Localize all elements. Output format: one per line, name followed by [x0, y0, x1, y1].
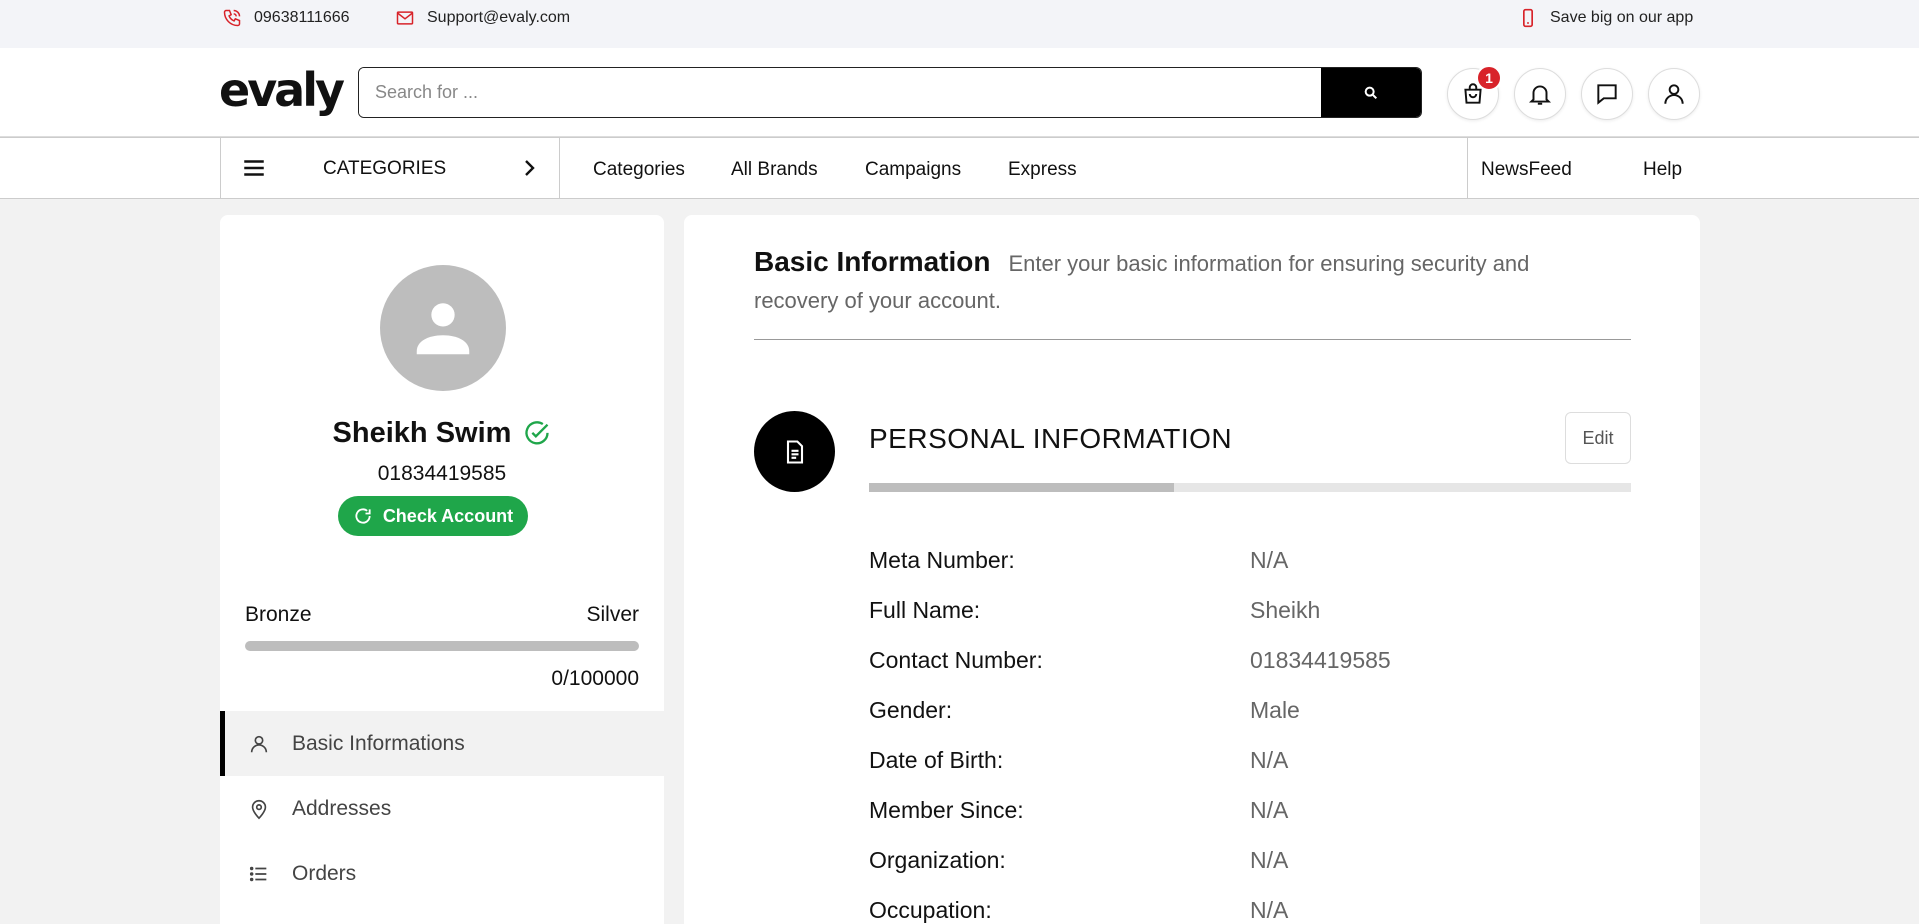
contact-phone[interactable]: 09638111666 [222, 8, 350, 28]
evaly-logo[interactable]: evaly [219, 67, 345, 113]
field-value: N/A [1250, 747, 1289, 773]
field-label: Gender: [869, 697, 953, 723]
profile-sidebar: Sheikh Swim 01834419585 Check Account Br… [220, 215, 664, 924]
check-account-label: Check Account [382, 505, 514, 526]
location-pin-icon [251, 799, 267, 819]
refresh-icon [355, 508, 371, 524]
field-row-contact-number: Contact Number: 01834419585 [869, 647, 1631, 677]
support-email: Support@evaly.com [427, 9, 571, 26]
account-button[interactable] [1648, 68, 1700, 120]
page-title: Basic Information [754, 246, 991, 277]
field-row-full-name: Full Name: Sheikh [869, 597, 1631, 627]
search-input[interactable] [359, 68, 1321, 117]
messages-button[interactable] [1581, 68, 1633, 120]
search-button[interactable] [1321, 68, 1421, 117]
nav-link-help[interactable]: Help [1643, 159, 1682, 181]
mail-icon [396, 11, 414, 25]
field-row-occupation: Occupation: N/A [869, 897, 1631, 924]
sidebar-item-label: Orders [292, 861, 357, 885]
categories-dropdown[interactable]: CATEGORIES [220, 138, 560, 198]
tier-next: Silver [586, 603, 639, 626]
field-row-member-since: Member Since: N/A [869, 797, 1631, 827]
nav-link-express[interactable]: Express [1008, 159, 1077, 181]
tier-current: Bronze [245, 603, 312, 626]
field-label: Full Name: [869, 597, 981, 623]
contact-email[interactable]: Support@evaly.com [395, 8, 570, 28]
field-label: Member Since: [869, 797, 1024, 823]
user-placeholder-icon [416, 303, 470, 355]
edit-button[interactable]: Edit [1565, 412, 1631, 464]
basic-information-header: Basic Information Enter your basic inform… [754, 245, 1614, 321]
nav-link-campaigns[interactable]: Campaigns [865, 159, 961, 181]
cart-button[interactable]: 1 [1447, 65, 1502, 120]
categories-label: CATEGORIES [323, 158, 447, 179]
app-promo-link[interactable]: Save big on our app [1518, 8, 1693, 28]
verified-check-icon [525, 420, 550, 444]
field-row-gender: Gender: Male [869, 697, 1631, 727]
chevron-right-icon [525, 160, 535, 176]
cart-count-badge: 1 [1476, 65, 1502, 91]
search-bar [358, 67, 1422, 118]
sidebar-item-basic-informations[interactable]: Basic Informations [220, 711, 664, 776]
sidebar-item-label: Addresses [292, 796, 392, 820]
hamburger-menu-icon [244, 160, 264, 176]
section-title: PERSONAL INFORMATION [869, 423, 1233, 454]
category-nav: CATEGORIES Categories All Brands Campaig… [0, 137, 1919, 199]
field-label: Organization: [869, 847, 1006, 873]
nav-link-all-brands[interactable]: All Brands [731, 159, 818, 181]
tier-points: 0/100000 [551, 667, 639, 690]
field-label: Date of Birth: [869, 747, 1004, 773]
field-value: 01834419585 [1250, 647, 1391, 673]
nav-link-newsfeed[interactable]: NewsFeed [1481, 159, 1572, 181]
section-progress-fill [869, 483, 1174, 492]
phone-number: 09638111666 [254, 9, 350, 26]
tier-progress-bar [245, 641, 639, 651]
field-value: Male [1250, 697, 1300, 723]
list-icon [249, 866, 267, 881]
user-icon [250, 735, 268, 752]
field-value: Sheikh [1250, 597, 1321, 623]
profile-phone: 01834419585 [377, 462, 507, 485]
nav-divider [1467, 138, 1468, 198]
field-label: Contact Number: [869, 647, 1043, 673]
sidebar-item-label: Basic Informations [292, 731, 465, 755]
profile-name-row: Sheikh Swim [220, 417, 664, 450]
field-row-date-of-birth: Date of Birth: N/A [869, 747, 1631, 777]
field-value: N/A [1250, 547, 1289, 573]
document-icon [786, 439, 803, 464]
chat-icon [1597, 84, 1617, 105]
nav-link-categories[interactable]: Categories [593, 159, 685, 181]
app-promo-text: Save big on our app [1550, 9, 1694, 26]
phone-icon [223, 9, 241, 27]
field-value: N/A [1250, 797, 1289, 823]
search-icon [1364, 86, 1378, 99]
field-row-organization: Organization: N/A [869, 847, 1631, 877]
section-progress-bar [869, 483, 1631, 492]
sidebar-item-orders[interactable]: Orders [220, 841, 664, 906]
sidebar-item-addresses[interactable]: Addresses [220, 776, 664, 841]
bell-icon [1528, 85, 1552, 105]
basic-information-panel: Basic Information Enter your basic inform… [684, 215, 1700, 924]
field-label: Meta Number: [869, 547, 1015, 573]
check-account-button[interactable]: Check Account [338, 496, 528, 536]
personal-info-badge [754, 411, 835, 492]
notifications-button[interactable] [1514, 68, 1566, 120]
main-header: evaly 1 [0, 48, 1919, 137]
field-value: N/A [1250, 847, 1289, 873]
profile-name: Sheikh Swim [332, 417, 512, 449]
top-info-bar: 09638111666 Support@evaly.com Save big o… [0, 0, 1919, 48]
field-label: Occupation: [869, 897, 992, 923]
user-icon [1664, 84, 1684, 104]
header-divider [754, 339, 1631, 340]
mobile-icon [1523, 8, 1533, 28]
field-row-meta-number: Meta Number: N/A [869, 547, 1631, 577]
field-value: N/A [1250, 897, 1289, 923]
avatar [380, 265, 506, 391]
